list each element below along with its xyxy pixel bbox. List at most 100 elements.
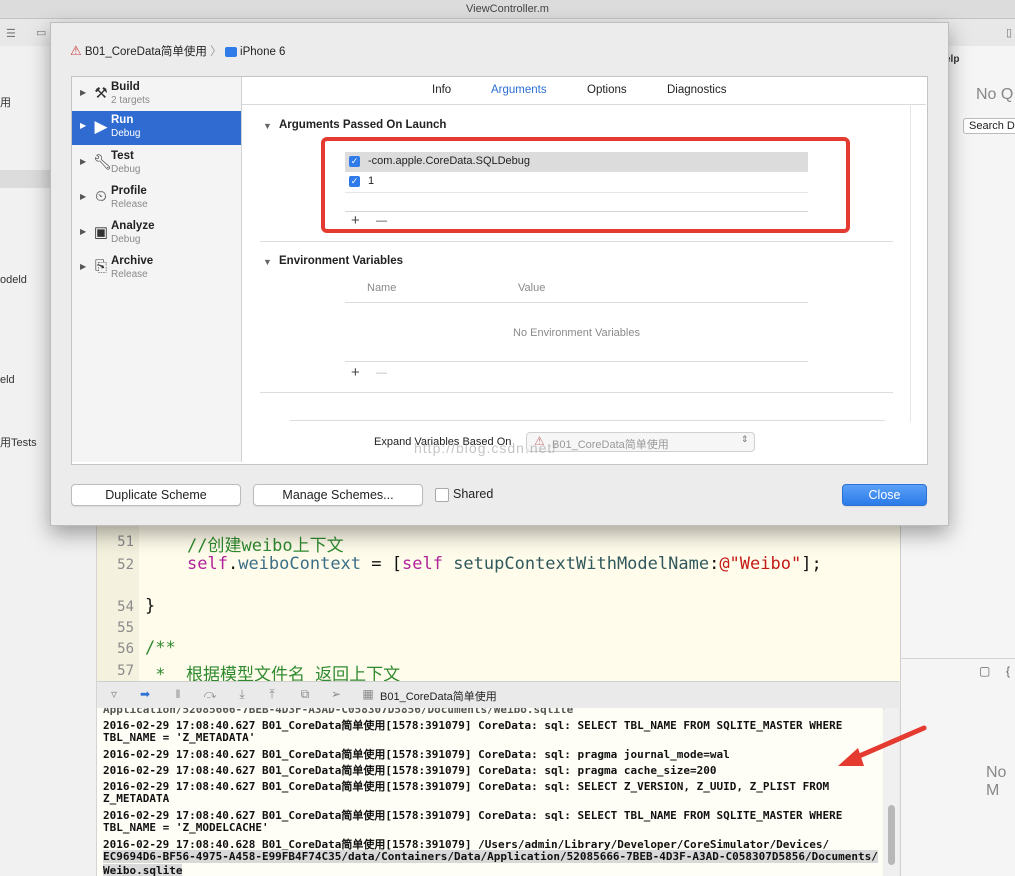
pause-icon[interactable]: ‖ bbox=[170, 687, 186, 701]
shared-label[interactable]: Shared bbox=[453, 487, 493, 501]
breakpoints-icon[interactable]: ➡ bbox=[137, 687, 153, 701]
action-build[interactable]: ▶ ⚒ Build 2 targets bbox=[72, 78, 241, 112]
section-divider bbox=[260, 392, 893, 393]
column-header-name[interactable]: Name bbox=[367, 282, 396, 294]
empty-environment-label: No Environment Variables bbox=[513, 327, 640, 339]
target-app-icon: ▦ bbox=[362, 687, 374, 701]
console-scroll-thumb[interactable] bbox=[888, 805, 895, 865]
environment-section-title: Environment Variables bbox=[279, 255, 403, 267]
code-token: : bbox=[709, 554, 720, 574]
action-subtitle: Release bbox=[111, 269, 148, 280]
view-debugger-icon[interactable]: ⧉ bbox=[297, 687, 313, 701]
table-header-divider bbox=[345, 302, 808, 303]
debug-bar: ▿ ➡ ‖ ⤼ ⤓ ⤒ ⧉ ➢ ▦ B01_CoreData简单使用 bbox=[97, 681, 899, 709]
line-number: 55 bbox=[117, 620, 134, 636]
line-number: 52 bbox=[117, 557, 134, 573]
step-out-icon[interactable]: ⤒ bbox=[264, 687, 280, 701]
hammer-icon: ⚒ bbox=[94, 85, 108, 102]
disclosure-triangle-icon[interactable]: ▶ bbox=[80, 88, 86, 97]
file-template-icon[interactable]: ▢ bbox=[979, 664, 990, 678]
file-inspector-icon[interactable]: ▯ bbox=[1006, 26, 1012, 39]
location-icon[interactable]: ➢ bbox=[328, 687, 344, 701]
console-line: 2016-02-29 17:08:40.627 B01_CoreData简单使用… bbox=[103, 780, 830, 793]
console-output[interactable]: Application/52085666-7BEB-4D3F-A3AD-C058… bbox=[97, 708, 883, 876]
simulator-icon bbox=[224, 46, 237, 57]
action-profile[interactable]: ▶ ⏲ Profile Release bbox=[72, 182, 241, 216]
scheme-path[interactable]: ⚠ B01_CoreData简单使用 〉 iPhone 6 bbox=[70, 43, 285, 61]
tab-diagnostics[interactable]: Diagnostics bbox=[667, 84, 726, 96]
code-keyword: self bbox=[187, 554, 228, 574]
code-comment: /** bbox=[145, 638, 176, 658]
tab-options[interactable]: Options bbox=[587, 84, 627, 96]
disclosure-triangle-icon[interactable]: ▶ bbox=[80, 262, 86, 271]
action-analyze[interactable]: ▶ ▣ Analyze Debug bbox=[72, 217, 241, 251]
nav-item[interactable]: eld bbox=[0, 374, 15, 386]
duplicate-scheme-button[interactable]: Duplicate Scheme bbox=[71, 484, 241, 506]
action-subtitle: Release bbox=[111, 199, 148, 210]
action-run[interactable]: ▶ ▶ Run Debug bbox=[72, 111, 241, 145]
tab-info[interactable]: Info bbox=[432, 84, 451, 96]
scheme-destination-label[interactable]: iPhone 6 bbox=[240, 46, 285, 58]
table-bottom-divider bbox=[345, 361, 808, 362]
xcode-project-icon: ⚠ bbox=[70, 43, 82, 58]
nav-item[interactable]: odeld bbox=[0, 274, 27, 286]
tag-icon[interactable]: ▭ bbox=[36, 26, 46, 39]
line-number: 57 bbox=[117, 663, 134, 679]
archive-icon: ⎘ bbox=[94, 258, 107, 275]
nav-item[interactable]: 用Tests bbox=[0, 434, 37, 450]
window-title: ViewController.m bbox=[0, 0, 1015, 19]
action-archive[interactable]: ▶ ⎘ Archive Release bbox=[72, 252, 241, 286]
list-icon[interactable]: ☰ bbox=[6, 27, 16, 40]
line-number: 54 bbox=[117, 599, 134, 615]
code-token: ]; bbox=[801, 554, 822, 574]
section-divider bbox=[260, 241, 893, 242]
code-snippet-icon[interactable]: { bbox=[1006, 664, 1010, 678]
tab-arguments[interactable]: Arguments bbox=[491, 84, 547, 96]
no-matches-label: No M bbox=[986, 764, 1007, 799]
search-docs-button[interactable]: Search D bbox=[963, 118, 1015, 134]
disclosure-triangle-icon[interactable]: ▶ bbox=[80, 227, 86, 236]
console-line: Weibo.sqlite bbox=[103, 864, 183, 876]
step-into-icon[interactable]: ⤓ bbox=[234, 687, 250, 701]
code-keyword: self bbox=[401, 554, 443, 574]
action-name: Build bbox=[111, 81, 140, 93]
remove-env-variable-button[interactable]: — bbox=[376, 367, 387, 379]
column-header-value[interactable]: Value bbox=[518, 282, 545, 294]
line-number: 56 bbox=[117, 641, 134, 657]
code-token: = [ bbox=[361, 554, 402, 574]
disclosure-triangle-icon[interactable]: ▶ bbox=[80, 121, 86, 130]
code-property: weiboContext bbox=[238, 554, 362, 574]
scheme-project-label[interactable]: B01_CoreData简单使用 bbox=[85, 46, 207, 58]
no-quick-help: No Q bbox=[976, 86, 1014, 103]
add-env-variable-button[interactable]: + bbox=[351, 364, 360, 381]
shared-checkbox[interactable] bbox=[435, 488, 449, 502]
code-line: self.weiboContext = [self setupContextWi… bbox=[187, 554, 822, 574]
console-line: 2016-02-29 17:08:40.627 B01_CoreData简单使用… bbox=[103, 748, 730, 761]
action-subtitle: 2 targets bbox=[111, 95, 150, 106]
manage-schemes-button[interactable]: Manage Schemes... bbox=[253, 484, 423, 506]
line-number: 51 bbox=[117, 534, 134, 550]
disclosure-down-icon[interactable]: ▼ bbox=[263, 257, 272, 267]
action-name: Run bbox=[111, 114, 134, 126]
gauge-icon: ⏲ bbox=[95, 188, 107, 205]
disclosure-triangle-icon[interactable]: ▶ bbox=[80, 192, 86, 201]
annotation-arrow bbox=[838, 725, 927, 766]
hide-debug-area-icon[interactable]: ▿ bbox=[106, 687, 122, 701]
code-token: . bbox=[227, 554, 239, 574]
close-button[interactable]: Close bbox=[842, 484, 927, 506]
analyze-icon: ▣ bbox=[93, 224, 109, 241]
disclosure-down-icon[interactable]: ▼ bbox=[263, 121, 272, 131]
divider bbox=[901, 658, 1015, 659]
expand-variables-value: B01_CoreData简单使用 bbox=[552, 439, 669, 451]
nav-item[interactable]: 用 bbox=[0, 94, 11, 110]
annotation-highlight-box bbox=[321, 137, 850, 233]
console-line: 2016-02-29 17:08:40.627 B01_CoreData简单使用… bbox=[103, 764, 717, 777]
debug-target-label[interactable]: B01_CoreData简单使用 bbox=[380, 688, 497, 704]
wrench-icon: 🔧︎ bbox=[93, 154, 113, 171]
step-over-icon[interactable]: ⤼ bbox=[202, 687, 218, 701]
expand-variables-popup[interactable]: ⚠ B01_CoreData简单使用 ⇕ bbox=[526, 432, 755, 452]
disclosure-triangle-icon[interactable]: ▶ bbox=[80, 157, 86, 166]
code-method: setupContextWithModelName bbox=[453, 554, 710, 574]
console-line: Application/52085666-7BEB-4D3F-A3AD-C058… bbox=[103, 708, 574, 716]
action-test[interactable]: ▶ 🔧︎ Test Debug bbox=[72, 147, 241, 181]
